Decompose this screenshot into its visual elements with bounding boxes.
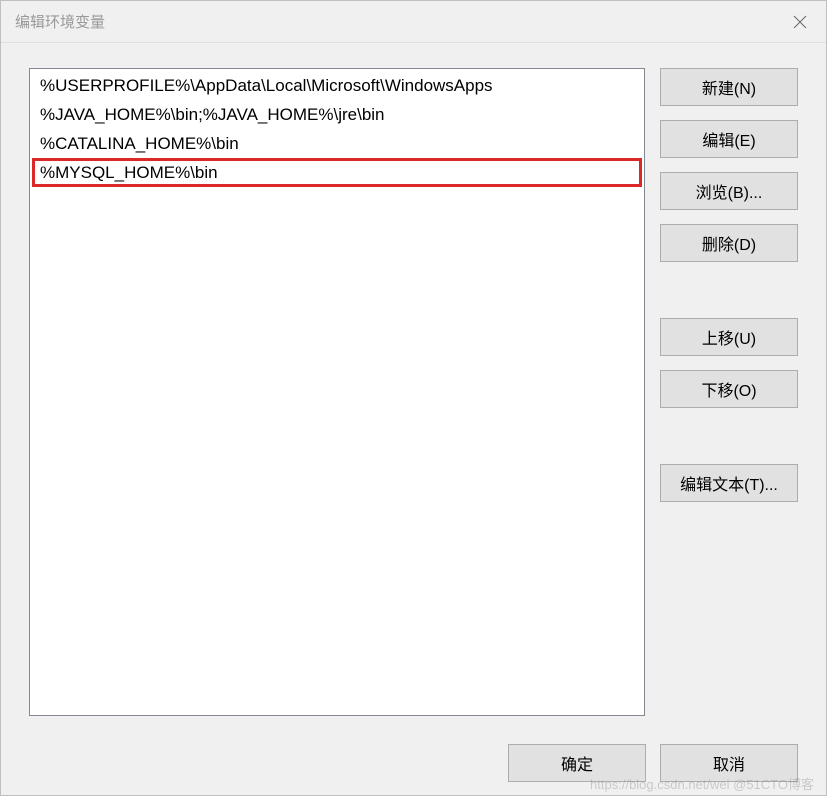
close-icon — [793, 15, 807, 29]
dialog-footer: 确定 取消 https://blog.csdn.net/wei @51CTO博客 — [1, 731, 826, 795]
button-sidebar: 新建(N) 编辑(E) 浏览(B)... 删除(D) 上移(U) 下移(O) 编… — [660, 68, 798, 716]
spacer — [660, 422, 798, 464]
cancel-button[interactable]: 取消 — [660, 744, 798, 782]
spacer — [660, 276, 798, 318]
move-up-button[interactable]: 上移(U) — [660, 318, 798, 356]
dialog-content: %USERPROFILE%\AppData\Local\Microsoft\Wi… — [1, 43, 826, 731]
env-var-dialog: 编辑环境变量 %USERPROFILE%\AppData\Local\Micro… — [0, 0, 827, 796]
list-item[interactable]: %USERPROFILE%\AppData\Local\Microsoft\Wi… — [32, 71, 642, 100]
titlebar: 编辑环境变量 — [1, 1, 826, 43]
close-button[interactable] — [774, 1, 826, 43]
edit-text-button[interactable]: 编辑文本(T)... — [660, 464, 798, 502]
new-button[interactable]: 新建(N) — [660, 68, 798, 106]
delete-button[interactable]: 删除(D) — [660, 224, 798, 262]
move-down-button[interactable]: 下移(O) — [660, 370, 798, 408]
edit-button[interactable]: 编辑(E) — [660, 120, 798, 158]
list-item[interactable]: %JAVA_HOME%\bin;%JAVA_HOME%\jre\bin — [32, 100, 642, 129]
list-item[interactable]: %CATALINA_HOME%\bin — [32, 129, 642, 158]
list-item[interactable]: %MYSQL_HOME%\bin — [32, 158, 642, 187]
ok-button[interactable]: 确定 — [508, 744, 646, 782]
dialog-title: 编辑环境变量 — [15, 11, 105, 32]
browse-button[interactable]: 浏览(B)... — [660, 172, 798, 210]
path-listbox[interactable]: %USERPROFILE%\AppData\Local\Microsoft\Wi… — [29, 68, 645, 716]
